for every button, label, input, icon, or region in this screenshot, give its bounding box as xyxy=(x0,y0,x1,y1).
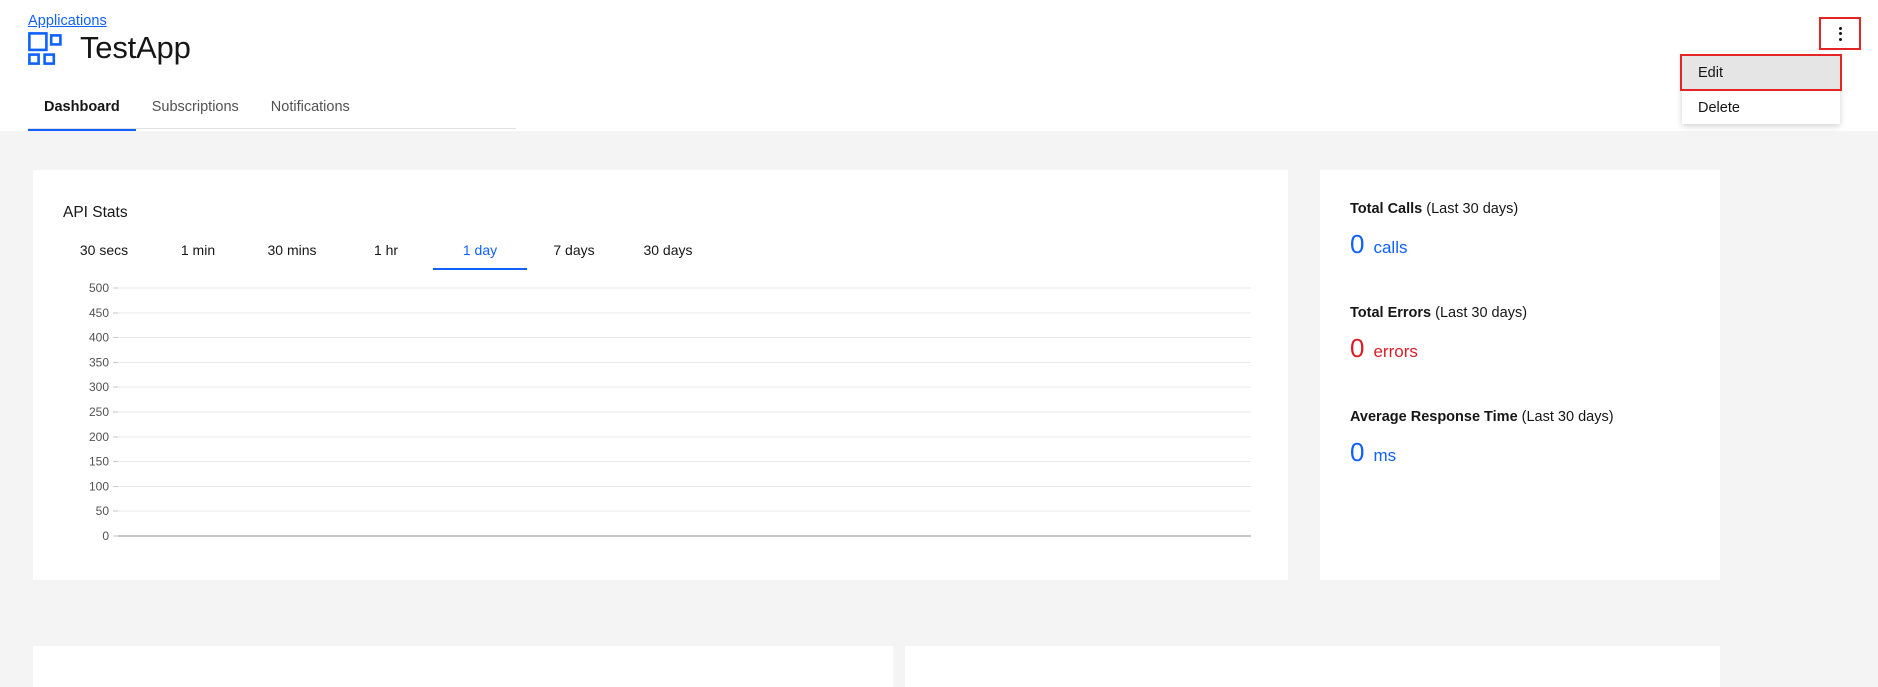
range-tab-30-secs[interactable]: 30 secs xyxy=(57,242,151,270)
range-tab-1-hr[interactable]: 1 hr xyxy=(339,242,433,270)
summary-total-calls: Total Calls (Last 30 days) 0 calls xyxy=(1350,199,1518,259)
range-tab-30-mins[interactable]: 30 mins xyxy=(245,242,339,270)
summary-total-errors: Total Errors (Last 30 days) 0 errors xyxy=(1350,303,1527,363)
bottom-right-card xyxy=(905,646,1720,687)
tab-subscriptions[interactable]: Subscriptions xyxy=(136,99,255,131)
svg-text:100: 100 xyxy=(89,479,109,493)
svg-text:150: 150 xyxy=(89,455,109,469)
summary-total-errors-label: Total Errors (Last 30 days) xyxy=(1350,303,1527,323)
range-tab-30-days[interactable]: 30 days xyxy=(621,242,715,270)
summary-total-errors-value-row: 0 errors xyxy=(1350,333,1527,363)
summary-total-calls-label-period: (Last 30 days) xyxy=(1422,201,1519,217)
app-title-row: TestApp xyxy=(28,31,191,65)
summary-total-errors-label-period: (Last 30 days) xyxy=(1431,305,1528,321)
summary-total-calls-value-row: 0 calls xyxy=(1350,229,1518,259)
svg-text:200: 200 xyxy=(89,430,109,444)
range-tab-7-days[interactable]: 7 days xyxy=(527,242,621,270)
api-stats-card: API Stats 30 secs 1 min 30 mins 1 hr 1 d… xyxy=(33,170,1288,580)
menu-item-delete[interactable]: Delete xyxy=(1682,91,1840,124)
time-range-tabs: 30 secs 1 min 30 mins 1 hr 1 day 7 days … xyxy=(57,242,715,270)
svg-text:400: 400 xyxy=(89,331,109,345)
overflow-menu: Edit Delete xyxy=(1680,52,1842,124)
kebab-vertical-icon xyxy=(1838,26,1842,41)
summary-total-errors-unit: errors xyxy=(1373,342,1418,361)
svg-text:450: 450 xyxy=(89,306,109,320)
summary-avg-response-time: Average Response Time (Last 30 days) 0 m… xyxy=(1350,407,1614,467)
chart-gridlines xyxy=(113,287,1251,537)
chart-y-axis-labels: 500450400350300250200150100500 xyxy=(89,282,109,543)
api-stats-chart: 500 450 400 350 300 250 200 150 100 50 0 xyxy=(63,282,1253,552)
summary-avg-response-time-value-row: 0 ms xyxy=(1350,437,1614,467)
breadcrumb-applications[interactable]: Applications xyxy=(28,13,107,29)
svg-text:300: 300 xyxy=(89,380,109,394)
range-tab-1-day[interactable]: 1 day xyxy=(433,242,527,270)
api-stats-title: API Stats xyxy=(63,204,128,221)
summary-card: Total Calls (Last 30 days) 0 calls Total… xyxy=(1320,170,1720,580)
summary-total-calls-label: Total Calls (Last 30 days) xyxy=(1350,199,1518,219)
summary-avg-response-time-label: Average Response Time (Last 30 days) xyxy=(1350,407,1614,427)
dashboard-body: API Stats 30 secs 1 min 30 mins 1 hr 1 d… xyxy=(0,131,1878,687)
overflow-menu-button[interactable] xyxy=(1819,17,1861,50)
summary-avg-response-time-value: 0 xyxy=(1350,437,1365,467)
summary-total-calls-label-bold: Total Calls xyxy=(1350,201,1423,217)
summary-avg-response-time-label-period: (Last 30 days) xyxy=(1517,409,1614,425)
summary-avg-response-time-label-bold: Average Response Time xyxy=(1350,409,1518,425)
page-header: Applications TestApp Dashboard Subscript… xyxy=(0,0,1878,131)
svg-text:0: 0 xyxy=(102,529,109,543)
app-page: Applications TestApp Dashboard Subscript… xyxy=(0,0,1878,687)
summary-total-calls-unit: calls xyxy=(1373,238,1408,257)
page-title: TestApp xyxy=(80,30,191,65)
svg-text:350: 350 xyxy=(89,355,109,369)
summary-total-calls-value: 0 xyxy=(1350,229,1365,259)
menu-item-edit[interactable]: Edit xyxy=(1680,54,1842,91)
svg-text:250: 250 xyxy=(89,405,109,419)
summary-avg-response-time-unit: ms xyxy=(1373,446,1397,465)
svg-text:50: 50 xyxy=(96,504,110,518)
summary-total-errors-label-bold: Total Errors xyxy=(1350,305,1432,321)
svg-text:500: 500 xyxy=(89,282,109,295)
summary-total-errors-value: 0 xyxy=(1350,333,1365,363)
main-tabs: Dashboard Subscriptions Notifications xyxy=(28,95,366,131)
tab-divider xyxy=(28,128,516,129)
tab-notifications[interactable]: Notifications xyxy=(255,99,366,131)
tab-dashboard[interactable]: Dashboard xyxy=(28,99,136,131)
app-grid-icon xyxy=(28,31,62,65)
range-tab-1-min[interactable]: 1 min xyxy=(151,242,245,270)
bottom-left-card xyxy=(33,646,893,687)
